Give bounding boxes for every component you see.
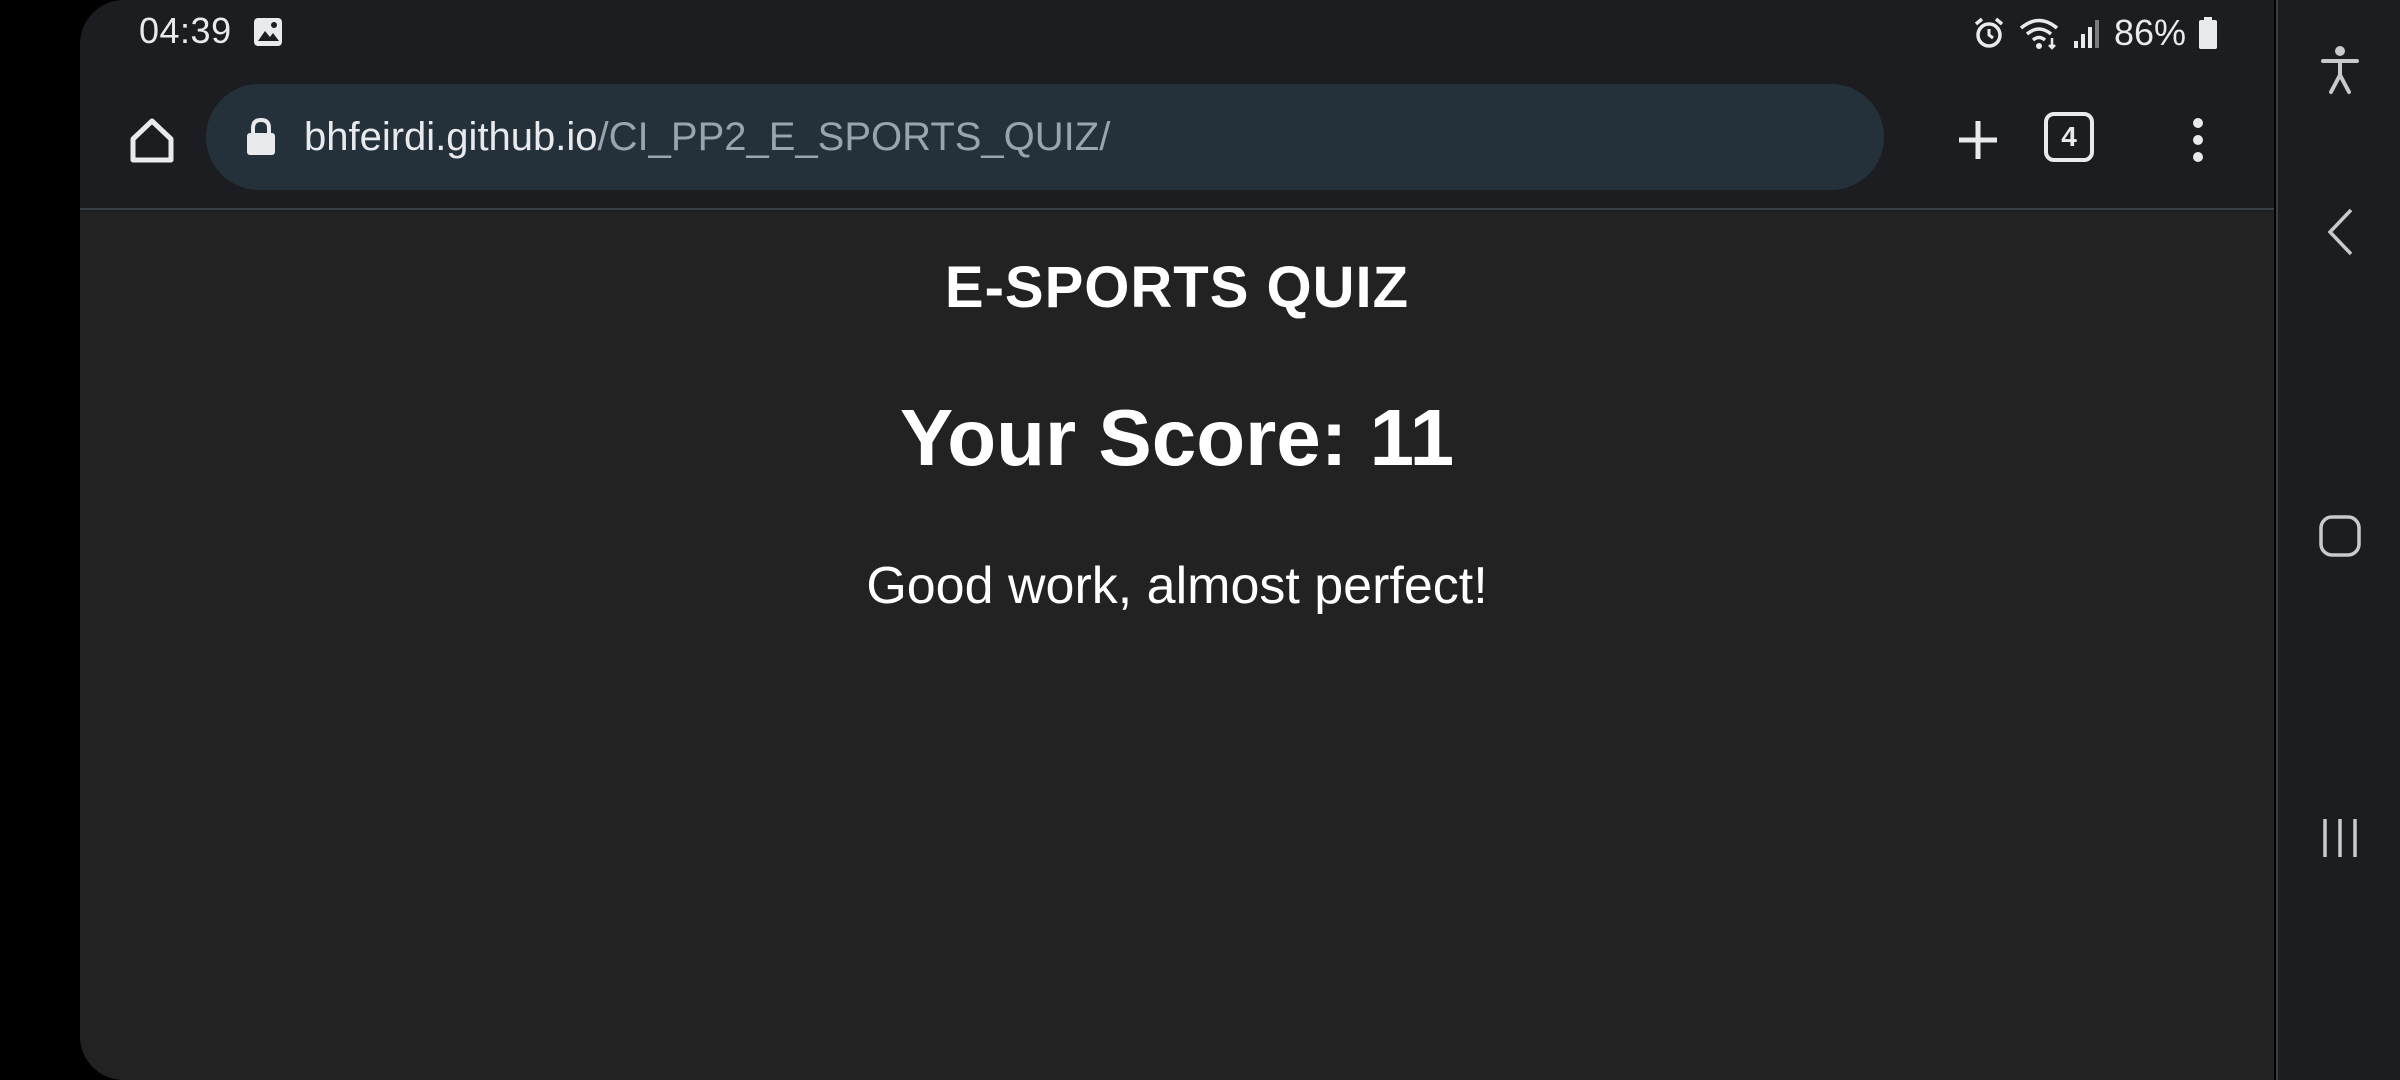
new-tab-button[interactable] bbox=[1942, 104, 2014, 176]
page-title: E-SPORTS QUIZ bbox=[944, 255, 1410, 320]
status-bar: 04:39 86% bbox=[80, 0, 2274, 64]
phone-screen: 04:39 86% bhfeirdi.github.io/CI_PP2_E_SP… bbox=[80, 0, 2274, 1080]
tab-switcher-button[interactable]: 4 bbox=[2044, 112, 2094, 162]
overflow-menu-button[interactable] bbox=[2168, 104, 2228, 176]
battery-icon bbox=[2198, 16, 2218, 50]
lock-icon bbox=[247, 117, 275, 155]
wifi-icon bbox=[2018, 16, 2060, 50]
url-path: /CI_PP2_E_SPORTS_QUIZ/ bbox=[597, 114, 1111, 159]
home-icon bbox=[130, 118, 174, 163]
system-nav-bar bbox=[2276, 0, 2400, 1080]
recents-button[interactable] bbox=[2304, 802, 2376, 874]
home-square-icon bbox=[2319, 515, 2361, 557]
url-host: bhfeirdi.github.io bbox=[304, 114, 598, 159]
more-vert-icon bbox=[2193, 118, 2203, 162]
back-chevron-icon bbox=[2327, 208, 2353, 256]
score-message: Good work, almost perfect! bbox=[866, 557, 1488, 615]
status-icons: 86% bbox=[1972, 12, 2218, 54]
home-nav-button[interactable] bbox=[2304, 500, 2376, 572]
web-page-content: E-SPORTS QUIZ Your Score: 11 Good work, … bbox=[80, 212, 2274, 1080]
back-button[interactable] bbox=[2304, 196, 2376, 268]
browser-toolbar: bhfeirdi.github.io/CI_PP2_E_SPORTS_QUIZ/… bbox=[80, 64, 2274, 210]
battery-percent: 86% bbox=[2113, 12, 2186, 53]
score-heading: Your Score: 11 bbox=[899, 393, 1455, 482]
photo-icon bbox=[252, 16, 284, 48]
status-time: 04:39 bbox=[139, 10, 232, 51]
home-button[interactable] bbox=[116, 104, 188, 176]
accessibility-icon bbox=[2321, 46, 2359, 94]
url-text: bhfeirdi.github.io/CI_PP2_E_SPORTS_QUIZ/ bbox=[304, 115, 1110, 160]
signal-icon bbox=[2072, 17, 2102, 49]
address-bar[interactable]: bhfeirdi.github.io/CI_PP2_E_SPORTS_QUIZ/ bbox=[206, 84, 1884, 190]
accessibility-button[interactable] bbox=[2304, 34, 2376, 106]
alarm-icon bbox=[1972, 16, 2006, 50]
recents-icon bbox=[2323, 819, 2357, 857]
plus-icon bbox=[1959, 121, 1997, 159]
